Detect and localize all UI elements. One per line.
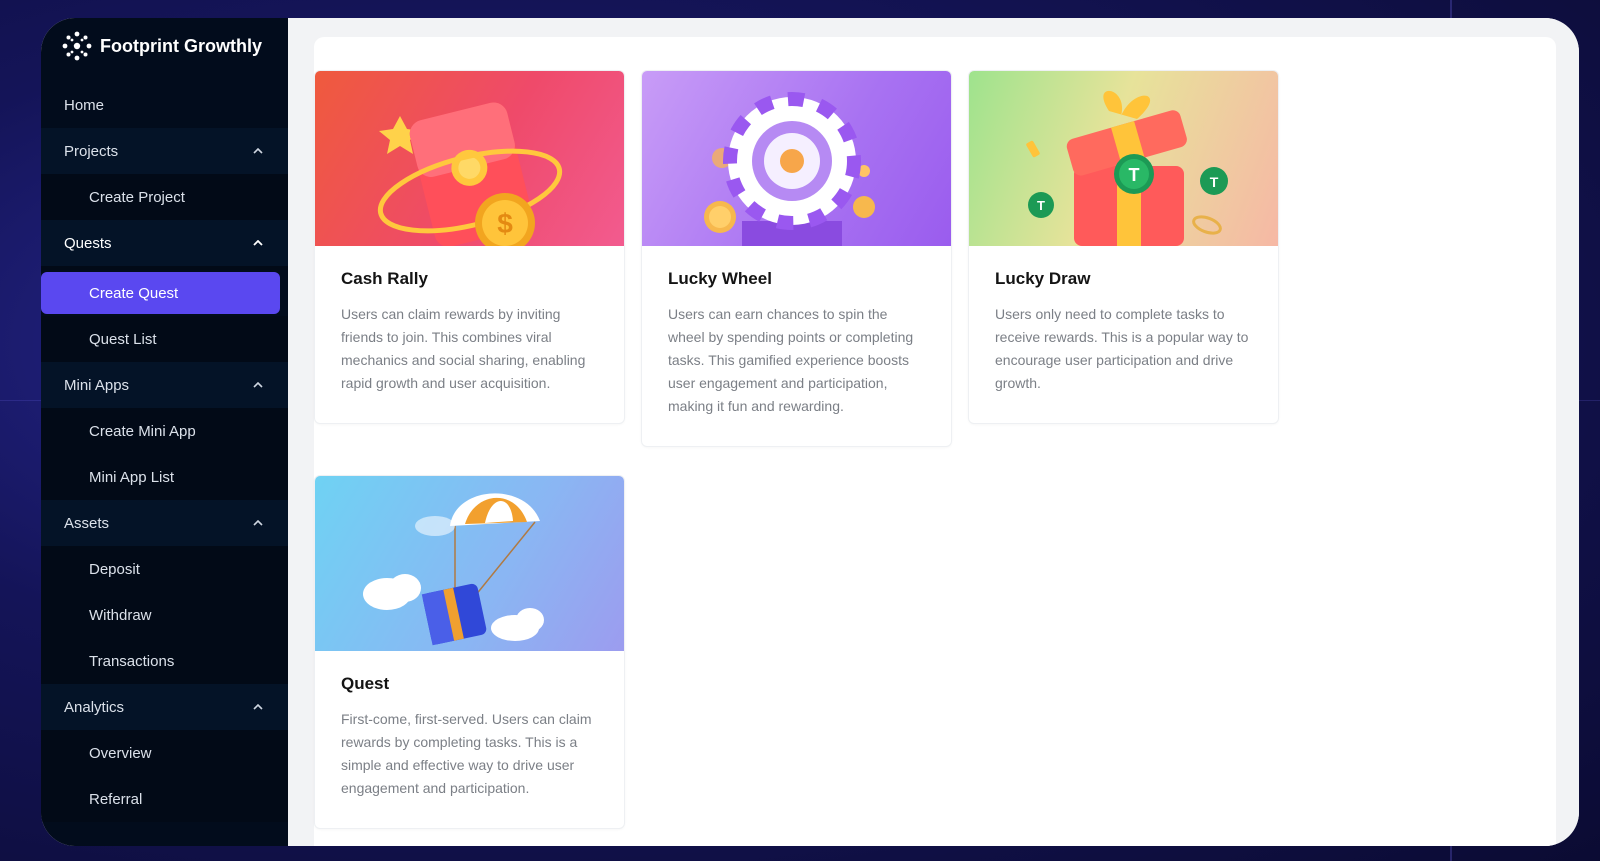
quest-card-cash-rally[interactable]: $ Cash Rally Users can claim rewards by … bbox=[314, 70, 625, 424]
svg-text:T: T bbox=[1037, 198, 1045, 213]
chevron-up-icon bbox=[252, 145, 264, 157]
brand-logo[interactable]: Footprint Growthly bbox=[41, 18, 288, 74]
sidebar-group-assets[interactable]: Assets bbox=[41, 500, 288, 546]
sidebar-group-quests[interactable]: Quests bbox=[41, 220, 288, 266]
brand-name: Footprint Growthly bbox=[100, 35, 262, 56]
sidebar-item-label: Create Quest bbox=[89, 284, 179, 302]
footprint-logo-icon bbox=[62, 31, 92, 61]
lucky-wheel-illustration bbox=[642, 71, 951, 246]
quest-illustration bbox=[315, 476, 624, 651]
svg-text:T: T bbox=[1129, 165, 1140, 185]
sidebar-item-deposit[interactable]: Deposit bbox=[41, 546, 288, 592]
sidebar-item-label: Create Project bbox=[89, 188, 185, 206]
sidebar-item-create-project[interactable]: Create Project bbox=[41, 174, 288, 220]
chevron-up-icon bbox=[252, 517, 264, 529]
sidebar-item-create-quest[interactable]: Create Quest bbox=[41, 272, 280, 314]
chevron-up-icon bbox=[252, 701, 264, 713]
spacer bbox=[41, 266, 288, 270]
sidebar-item-referral[interactable]: Referral bbox=[41, 776, 288, 822]
svg-text:$: $ bbox=[497, 208, 513, 239]
sidebar-group-label: Assets bbox=[64, 514, 110, 532]
quest-card-lucky-wheel[interactable]: Lucky Wheel Users can earn chances to sp… bbox=[641, 70, 952, 447]
lucky-draw-illustration: T T T bbox=[969, 71, 1278, 246]
card-title: Lucky Draw bbox=[995, 269, 1091, 288]
svg-text:T: T bbox=[1210, 174, 1219, 190]
main-content: $ Cash Rally Users can claim rewards by … bbox=[288, 18, 1579, 846]
sidebar-item-label: Mini App List bbox=[89, 468, 175, 486]
card-description: Users can claim rewards by inviting frie… bbox=[341, 306, 586, 391]
quest-card-lucky-draw[interactable]: T T T Lucky Draw Users only need to comp… bbox=[968, 70, 1279, 424]
sidebar-item-label: Withdraw bbox=[89, 606, 152, 624]
sidebar-group-label: Projects bbox=[64, 142, 119, 160]
card-description: First-come, first-served. Users can clai… bbox=[341, 711, 592, 796]
sidebar-group-mini-apps[interactable]: Mini Apps bbox=[41, 362, 288, 408]
sidebar-item-label: Home bbox=[64, 96, 105, 114]
card-title: Lucky Wheel bbox=[668, 269, 772, 288]
sidebar-item-overview[interactable]: Overview bbox=[41, 730, 288, 776]
sidebar-item-create-mini-app[interactable]: Create Mini App bbox=[41, 408, 288, 454]
sidebar: Footprint Growthly Home Projects Create … bbox=[41, 18, 288, 846]
sidebar-item-label: Transactions bbox=[89, 652, 175, 670]
quest-card-quest[interactable]: Quest First-come, first-served. Users ca… bbox=[314, 475, 625, 829]
sidebar-item-label: Overview bbox=[89, 744, 152, 762]
sidebar-item-label: Quest List bbox=[89, 330, 157, 348]
sidebar-group-projects[interactable]: Projects bbox=[41, 128, 288, 174]
sidebar-item-mini-app-list[interactable]: Mini App List bbox=[41, 454, 288, 500]
card-description: Users can earn chances to spin the wheel… bbox=[668, 306, 914, 414]
sidebar-item-home[interactable]: Home bbox=[41, 82, 288, 128]
quest-type-grid: $ Cash Rally Users can claim rewards by … bbox=[314, 37, 1556, 846]
app-window: Footprint Growthly Home Projects Create … bbox=[41, 18, 1579, 846]
sidebar-item-label: Referral bbox=[89, 790, 143, 808]
card-title: Cash Rally bbox=[341, 269, 428, 288]
sidebar-item-label: Deposit bbox=[89, 560, 140, 578]
card-description: Users only need to complete tasks to rec… bbox=[995, 306, 1249, 391]
chevron-up-icon bbox=[252, 379, 264, 391]
sidebar-item-withdraw[interactable]: Withdraw bbox=[41, 592, 288, 638]
sidebar-group-label: Mini Apps bbox=[64, 376, 130, 394]
sidebar-group-analytics[interactable]: Analytics bbox=[41, 684, 288, 730]
cash-rally-illustration: $ bbox=[315, 71, 624, 246]
sidebar-group-label: Quests bbox=[64, 234, 112, 252]
sidebar-item-quest-list[interactable]: Quest List bbox=[41, 316, 288, 362]
sidebar-group-label: Analytics bbox=[64, 698, 125, 716]
sidebar-item-label: Create Mini App bbox=[89, 422, 196, 440]
card-title: Quest bbox=[341, 674, 390, 693]
chevron-up-icon bbox=[252, 237, 264, 249]
sidebar-item-transactions[interactable]: Transactions bbox=[41, 638, 288, 684]
